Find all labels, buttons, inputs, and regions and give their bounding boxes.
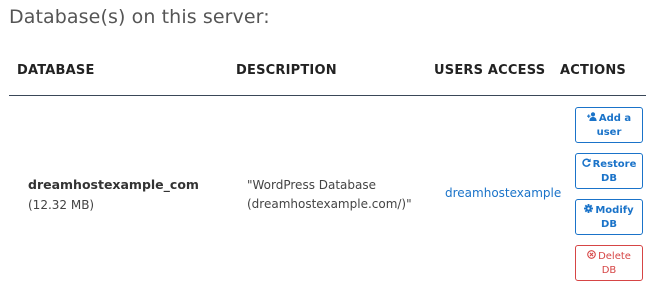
column-header-actions: ACTIONS [560,63,627,78]
database-user-link[interactable]: dreamhostexample [445,186,561,200]
database-list-page: Database(s) on this server: DATABASE DES… [0,0,657,293]
database-description-line2: (dreamhostexample.com/)" [247,197,412,211]
refresh-icon [581,158,591,172]
close-circle-icon [587,250,596,264]
modify-db-label-line2: DB [601,219,617,230]
delete-db-label-line1: Delete [598,251,631,262]
modify-db-button[interactable]: Modify DB [575,199,643,235]
database-size: (12.32 MB) [28,198,95,212]
modify-db-label-line1: Modify [595,205,634,216]
column-header-database: DATABASE [17,63,95,78]
delete-db-label-line2: DB [601,265,617,276]
add-user-button[interactable]: Add a user [575,107,643,143]
restore-db-button[interactable]: Restore DB [575,153,643,189]
add-user-label-line2: user [596,127,622,138]
page-title: Database(s) on this server: [9,6,270,28]
delete-db-button[interactable]: Delete DB [575,245,643,281]
add-user-label-line1: Add a [598,113,632,124]
restore-db-label-line1: Restore [592,159,637,170]
gear-icon [584,204,594,218]
header-divider [9,95,646,96]
restore-db-label-line2: DB [601,173,617,184]
column-header-description: DESCRIPTION [236,63,337,78]
database-description-line1: "WordPress Database [247,178,377,192]
add-user-icon [586,112,597,126]
column-header-users-access: USERS ACCESS [434,63,546,78]
database-name: dreamhostexample_com [28,177,199,192]
